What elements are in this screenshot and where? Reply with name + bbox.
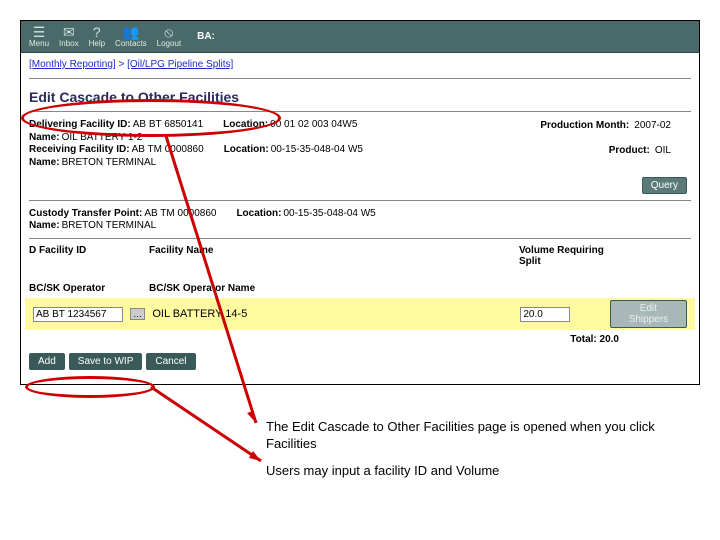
product: OIL	[655, 145, 671, 156]
receiving-id-label: Receiving Facility ID:	[29, 144, 130, 156]
production-month-label: Production Month:	[540, 120, 629, 131]
column-headers-2: BC/SK Operator BC/SK Operator Name	[21, 271, 699, 298]
main-toolbar: ☰Menu ✉Inbox ?Help 👥Contacts ⦸Logout BA:	[21, 21, 699, 53]
total-value: 20.0	[600, 334, 619, 345]
query-button[interactable]: Query	[642, 177, 687, 194]
col-operator: BC/SK Operator	[29, 283, 149, 294]
crumb-pipeline-splits[interactable]: [Oil/LPG Pipeline Splits]	[127, 59, 233, 70]
app-frame: ☰Menu ✉Inbox ?Help 👥Contacts ⦸Logout BA:…	[20, 20, 700, 385]
production-month: 2007-02	[634, 120, 671, 131]
inbox-button[interactable]: ✉Inbox	[55, 23, 83, 50]
delivering-loc-label: Location:	[223, 119, 268, 131]
receiving-name-label: Name:	[29, 157, 60, 168]
annotation-text-1: The Edit Cascade to Other Facilities pag…	[266, 419, 666, 453]
delivering-id: AB BT 6850141	[133, 119, 203, 131]
menu-button[interactable]: ☰Menu	[25, 23, 53, 50]
volume-input[interactable]	[520, 307, 570, 322]
col-operator-name: BC/SK Operator Name	[149, 283, 369, 294]
custody-block: Custody Transfer Point: AB TM 0000860 Lo…	[21, 203, 699, 236]
custody-name: BRETON TERMINAL	[62, 220, 157, 231]
receiving-loc-label: Location:	[224, 144, 269, 156]
facility-id-input[interactable]	[33, 307, 123, 322]
menu-label: Menu	[29, 39, 49, 48]
logout-label: Logout	[157, 39, 181, 48]
menu-icon: ☰	[29, 25, 49, 39]
delivering-name: OIL BATTERY 1-2	[62, 132, 143, 143]
receiving-name: BRETON TERMINAL	[62, 157, 157, 168]
column-headers-1: D Facility ID Facility Name Volume Requi…	[21, 241, 699, 271]
divider	[29, 78, 691, 79]
annotation-oval-input	[25, 376, 155, 398]
delivering-loc: 00 01 02 003 04W5	[270, 119, 357, 131]
edit-shippers-button[interactable]: Edit Shippers	[610, 300, 687, 328]
col-volume: Volume Requiring Split	[519, 245, 609, 267]
breadcrumb: [Monthly Reporting] > [Oil/LPG Pipeline …	[21, 53, 699, 76]
inbox-icon: ✉	[59, 25, 79, 39]
custody-name-label: Name:	[29, 220, 60, 231]
help-label: Help	[89, 39, 105, 48]
help-button[interactable]: ?Help	[85, 23, 109, 50]
ba-label: BA:	[197, 31, 215, 42]
page-title: Edit Cascade to Other Facilities	[21, 81, 247, 109]
product-label: Product:	[609, 145, 650, 156]
divider	[29, 200, 691, 201]
help-icon: ?	[89, 25, 105, 39]
receiving-loc: 00-15-35-048-04 W5	[271, 144, 363, 156]
delivering-block: Delivering Facility ID: AB BT 6850141 Lo…	[21, 114, 699, 173]
save-button[interactable]: Save to WIP	[69, 353, 143, 370]
inbox-label: Inbox	[59, 39, 79, 48]
contacts-icon: 👥	[115, 25, 147, 39]
lookup-button[interactable]: …	[130, 308, 145, 320]
logout-icon: ⦸	[157, 25, 181, 39]
custody-id: AB TM 0000860	[144, 208, 216, 219]
add-button[interactable]: Add	[29, 353, 65, 370]
col-facility-name: Facility Name	[149, 245, 369, 267]
total-label: Total:	[570, 334, 596, 345]
facility-name-value: OIL BATTERY 14-5	[152, 308, 371, 320]
contacts-label: Contacts	[115, 39, 147, 48]
delivering-id-label: Delivering Facility ID:	[29, 119, 131, 131]
crumb-monthly-reporting[interactable]: [Monthly Reporting]	[29, 59, 116, 70]
contacts-button[interactable]: 👥Contacts	[111, 23, 151, 50]
custody-loc-label: Location:	[236, 208, 281, 219]
cancel-button[interactable]: Cancel	[146, 353, 195, 370]
annotation-text-2: Users may input a facility ID and Volume	[266, 463, 666, 480]
custody-loc: 00-15-35-048-04 W5	[283, 208, 375, 219]
data-row: … OIL BATTERY 14-5 Edit Shippers	[25, 298, 695, 330]
col-facility-id: D Facility ID	[29, 245, 149, 267]
action-buttons: Add Save to WIP Cancel	[21, 349, 699, 374]
custody-label: Custody Transfer Point:	[29, 208, 142, 219]
divider	[29, 238, 691, 239]
delivering-name-label: Name:	[29, 132, 60, 143]
divider	[29, 111, 691, 112]
logout-button[interactable]: ⦸Logout	[153, 23, 185, 50]
receiving-id: AB TM 0000860	[132, 144, 204, 156]
total-row: Total: 20.0	[21, 330, 699, 349]
